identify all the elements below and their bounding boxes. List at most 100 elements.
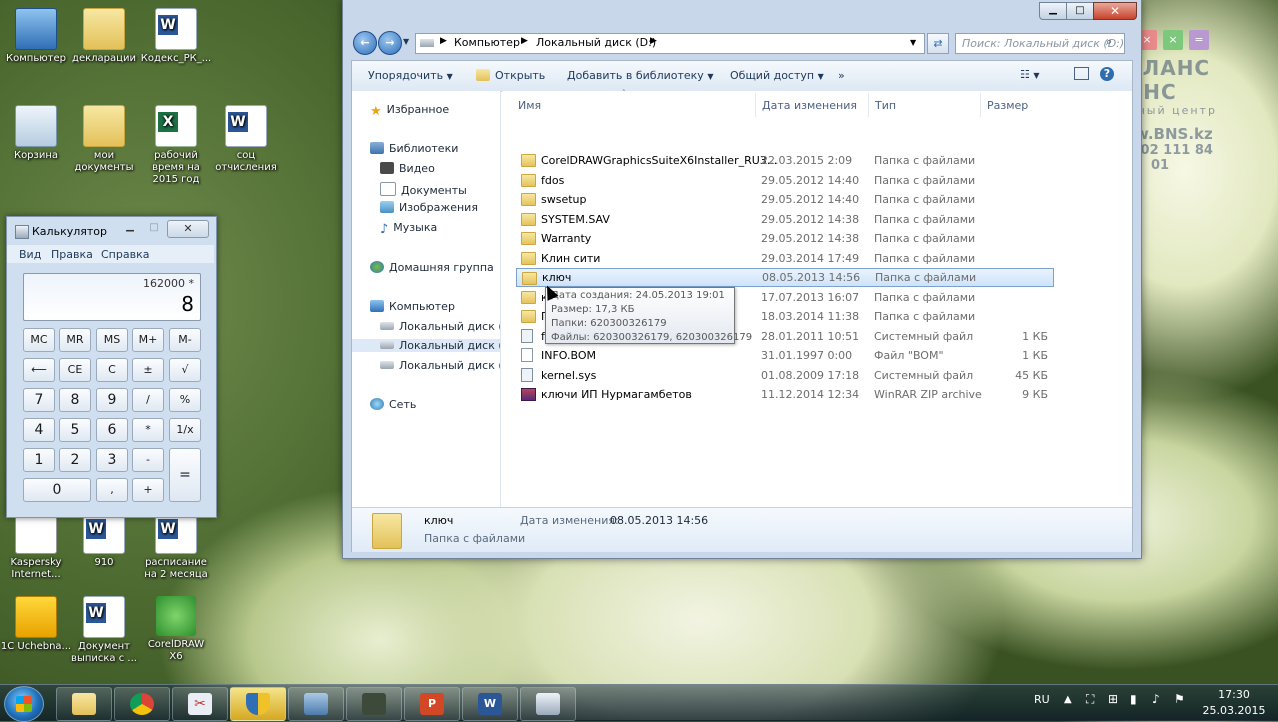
tray-app-icon[interactable]: ⊞	[1108, 692, 1118, 706]
digit-1-button[interactable]: 1	[23, 448, 55, 472]
digit-0-button[interactable]: 0	[23, 478, 91, 502]
maximize-button[interactable]: □	[1066, 2, 1094, 20]
plus-minus-button[interactable]: ±	[132, 358, 164, 382]
file-row[interactable]: SYSTEM.SAV 29.05.2012 14:38 Папка с файлам…	[516, 210, 1052, 229]
percent-button[interactable]: %	[169, 388, 201, 412]
multiply-button[interactable]: *	[132, 418, 164, 442]
column-header-date[interactable]: Дата изменения	[762, 99, 857, 112]
mminus-button[interactable]: M-	[169, 328, 201, 352]
desktop-icon-computer[interactable]: Компьютер	[0, 8, 72, 65]
menu-view[interactable]: Вид	[19, 248, 41, 261]
digit-6-button[interactable]: 6	[96, 418, 128, 442]
refresh-button[interactable]: ⇄	[927, 33, 949, 54]
file-row[interactable]: CorelDRAWGraphicsSuiteX6Installer_RU3...…	[516, 151, 1052, 170]
desktop-icon-work-time[interactable]: рабочий время на 2015 год	[140, 105, 212, 186]
tray-network-icon[interactable]: ⛶	[1086, 692, 1094, 707]
desktop-icon-schedule[interactable]: расписание на 2 месяца	[140, 512, 212, 581]
minimize-button[interactable]: ▁	[1039, 2, 1067, 20]
nav-computer[interactable]: Компьютер	[370, 300, 455, 313]
add-to-library-button[interactable]: Добавить в библиотеку ▼	[567, 69, 713, 82]
desktop-icon-kodeks[interactable]: Кодекс_РК_...	[140, 8, 212, 65]
desktop-icon-1c[interactable]: 1C Uchebna...	[0, 596, 72, 653]
recent-pages-chevron-icon[interactable]: ▼	[403, 37, 409, 46]
digit-2-button[interactable]: 2	[59, 448, 91, 472]
taskbar-app-recorder[interactable]	[346, 687, 402, 721]
file-row-selected[interactable]: ключ 08.05.2013 14:56 Папка с файлами	[516, 268, 1054, 287]
column-header-size[interactable]: Размер	[987, 99, 1028, 112]
breadcrumb-drive-d[interactable]: Локальный диск (D:)	[536, 36, 656, 49]
address-bar[interactable]: ▶ Компьютер ▶ Локальный диск (D:) ▶ ▼	[415, 33, 925, 54]
menu-edit[interactable]: Правка	[51, 248, 93, 261]
nav-drive-c[interactable]: Локальный диск (C	[380, 320, 500, 333]
ms-button[interactable]: MS	[96, 328, 128, 352]
share-button[interactable]: Общий доступ ▼	[730, 69, 824, 82]
equals-button[interactable]: =	[169, 448, 201, 502]
language-indicator[interactable]: RU	[1034, 693, 1050, 706]
desktop-icon-kaspersky[interactable]: Kaspersky Internet...	[0, 512, 72, 581]
desktop-icon-statement[interactable]: Документ выписка с ...	[68, 596, 140, 665]
mplus-button[interactable]: M+	[132, 328, 164, 352]
nav-network[interactable]: Сеть	[370, 398, 416, 411]
nav-images[interactable]: Изображения	[380, 201, 478, 214]
tray-expand-icon[interactable]: ▲	[1064, 694, 1072, 705]
nav-drive-d[interactable]: Локальный диск (D	[352, 339, 500, 352]
taskbar-chrome[interactable]	[114, 687, 170, 721]
nav-favorites[interactable]: ★ Избранное	[370, 103, 449, 119]
ce-button[interactable]: CE	[59, 358, 91, 382]
forward-button[interactable]: →	[378, 31, 402, 55]
open-button[interactable]: Открыть	[476, 69, 545, 82]
divide-button[interactable]: /	[132, 388, 164, 412]
backspace-button[interactable]: ⟵	[23, 358, 55, 382]
search-input[interactable]: Поиск: Локальный диск (D:) ⌕	[955, 33, 1125, 54]
file-row[interactable]: swsetup 29.05.2012 14:40 Папка с файлами	[516, 190, 1052, 209]
nav-homegroup[interactable]: Домашняя группа	[370, 261, 494, 274]
mc-button[interactable]: MC	[23, 328, 55, 352]
digit-9-button[interactable]: 9	[96, 388, 128, 412]
nav-drive-e[interactable]: Локальный диск (E:	[380, 359, 500, 372]
help-icon[interactable]: ?	[1100, 67, 1114, 81]
tray-signal-icon[interactable]: ▮	[1130, 692, 1137, 706]
sqrt-button[interactable]: √	[169, 358, 201, 382]
desktop-icon-declarations[interactable]: декларации	[68, 8, 140, 65]
digit-8-button[interactable]: 8	[59, 388, 91, 412]
file-row[interactable]: ключи ИП Нурмагамбетов 11.12.2014 12:34 Wi…	[516, 385, 1052, 404]
subtract-button[interactable]: -	[132, 448, 164, 472]
digit-7-button[interactable]: 7	[23, 388, 55, 412]
calc-minimize-button[interactable]: ▁	[119, 221, 141, 235]
tray-action-center-icon[interactable]: ⚑	[1174, 692, 1185, 706]
column-header-type[interactable]: Тип	[875, 99, 896, 112]
taskbar-security[interactable]	[230, 687, 286, 721]
taskbar-snipping-tool[interactable]: ✂	[172, 687, 228, 721]
clock-time[interactable]: 17:30	[1204, 688, 1264, 701]
tray-volume-icon[interactable]: ♪	[1152, 692, 1160, 706]
mr-button[interactable]: MR	[59, 328, 91, 352]
calc-close-button[interactable]: ✕	[167, 220, 209, 238]
view-options-icon[interactable]: ☷ ▼	[1020, 68, 1040, 81]
add-button[interactable]: +	[132, 478, 164, 502]
desktop-icon-coreldraw[interactable]: CorelDRAW X6	[140, 596, 212, 663]
file-row[interactable]: kernel.sys 01.08.2009 17:18 Системный файл…	[516, 366, 1052, 385]
c-button[interactable]: C	[96, 358, 128, 382]
clock-date[interactable]: 25.03.2015	[1196, 704, 1272, 717]
desktop-icon-recycle-bin[interactable]: Корзина	[0, 105, 72, 162]
taskbar-powerpoint[interactable]: P	[404, 687, 460, 721]
close-button[interactable]: ✕	[1093, 2, 1137, 20]
file-row[interactable]: fdos 29.05.2012 14:40 Папка с файлами	[516, 171, 1052, 190]
digit-3-button[interactable]: 3	[96, 448, 128, 472]
column-header-name[interactable]: Имя	[518, 99, 541, 112]
desktop-icon-my-documents[interactable]: мои документы	[68, 105, 140, 174]
more-commands-button[interactable]: »	[838, 69, 845, 82]
file-row[interactable]: Клин сити 29.03.2014 17:49 Папка с файлами	[516, 249, 1052, 268]
taskbar-explorer[interactable]	[56, 687, 112, 721]
digit-5-button[interactable]: 5	[59, 418, 91, 442]
taskbar-screen-recorder[interactable]	[288, 687, 344, 721]
file-row[interactable]: INFO.BOM 31.01.1997 0:00 Файл "BOM" 1 КБ	[516, 346, 1052, 365]
nav-documents[interactable]: Документы	[380, 182, 467, 197]
nav-libraries[interactable]: Библиотеки	[370, 142, 458, 155]
back-button[interactable]: ←	[353, 31, 377, 55]
preview-pane-icon[interactable]	[1074, 67, 1089, 80]
taskbar-word[interactable]: W	[462, 687, 518, 721]
nav-music[interactable]: ♪ Музыка	[380, 221, 437, 237]
digit-4-button[interactable]: 4	[23, 418, 55, 442]
menu-help[interactable]: Справка	[101, 248, 149, 261]
